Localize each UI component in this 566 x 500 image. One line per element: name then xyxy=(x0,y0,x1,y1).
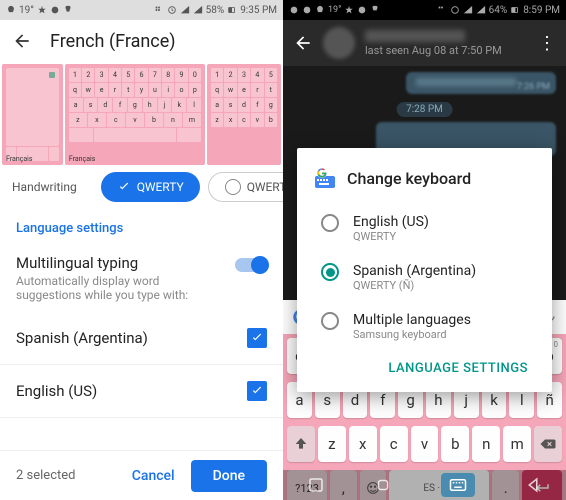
change-keyboard-dialog: Change keyboard English (US)QWERTYSpanis… xyxy=(297,148,552,392)
checkbox-icon[interactable] xyxy=(247,381,267,401)
chat-header: last seen Aug 08 at 7:50 PM ⋮ xyxy=(283,20,566,66)
preview-qwertz[interactable]: 12345 qwert asdfg zxcvb xyxy=(207,64,281,165)
battery-text: 64% xyxy=(489,5,508,16)
keyboard-option[interactable]: Multiple languagesSamsung keyboard xyxy=(313,302,536,351)
backspace-key[interactable] xyxy=(534,426,562,462)
multilingual-row[interactable]: Multilingual typing Automatically displa… xyxy=(0,244,283,312)
key-z[interactable]: z xyxy=(318,426,346,462)
last-seen: last seen Aug 08 at 7:50 PM xyxy=(365,44,528,57)
shift-key[interactable] xyxy=(287,426,315,462)
radio-empty-icon xyxy=(225,179,241,195)
time-text: 9:35 PM xyxy=(240,5,277,16)
avatar[interactable] xyxy=(323,27,355,59)
radio-icon xyxy=(321,214,339,232)
contact-name xyxy=(365,30,465,42)
key-v[interactable]: v xyxy=(411,426,439,462)
page-title: French (France) xyxy=(50,31,176,52)
back-nav-icon[interactable] xyxy=(524,476,542,494)
selected-count: 2 selected xyxy=(16,468,75,483)
back-icon[interactable] xyxy=(293,33,313,53)
tab-qwerty[interactable]: QWERTY xyxy=(101,172,200,202)
home-icon[interactable] xyxy=(374,476,392,494)
key-x[interactable]: x xyxy=(349,426,377,462)
language-settings-link[interactable]: LANGUAGE SETTINGS xyxy=(313,351,536,380)
temp-text: 19° xyxy=(19,5,34,16)
cancel-button[interactable]: Cancel xyxy=(132,468,175,484)
language-name: English (US) xyxy=(16,382,97,400)
message-bubble[interactable]: 7:26 PM xyxy=(406,72,556,94)
checkbox-icon[interactable] xyxy=(247,328,267,348)
preview-qwerty[interactable]: 1234567890 qwertyuiop asdfghjkl zxcvbnm … xyxy=(65,64,205,165)
multilingual-toggle[interactable] xyxy=(235,258,267,272)
multilingual-subtitle: Automatically display word suggestions w… xyxy=(16,274,216,302)
back-icon[interactable] xyxy=(12,31,32,51)
key-m[interactable]: m xyxy=(503,426,531,462)
key-c[interactable]: c xyxy=(380,426,408,462)
status-bar: 19° 64% 8:59 PM xyxy=(283,0,566,20)
preview-handwriting[interactable]: Français xyxy=(2,64,63,165)
language-row[interactable]: English (US) xyxy=(0,365,283,418)
status-bar: 19° 58% 9:35 PM xyxy=(0,0,283,20)
check-icon xyxy=(117,180,131,194)
language-name: Spanish (Argentina) xyxy=(16,329,148,347)
radio-icon xyxy=(321,312,339,330)
key-n[interactable]: n xyxy=(472,426,500,462)
gboard-icon xyxy=(313,166,337,190)
tab-handwriting[interactable]: Handwriting xyxy=(8,172,93,202)
key-b[interactable]: b xyxy=(441,426,469,462)
footer: 2 selected Cancel Done xyxy=(0,450,283,500)
layout-tabs: Handwriting QWERTY QWERTZ xyxy=(0,167,283,207)
multilingual-title: Multilingual typing xyxy=(16,254,216,272)
keyboard-preview: Français 1234567890 qwertyuiop asdfghjkl… xyxy=(0,62,283,167)
section-label: Language settings xyxy=(0,207,283,244)
more-icon[interactable]: ⋮ xyxy=(538,33,556,54)
keyboard-option[interactable]: Spanish (Argentina)QWERTY (Ñ) xyxy=(313,253,536,302)
dialog-title: Change keyboard xyxy=(347,169,471,188)
keyboard-switcher-icon[interactable] xyxy=(441,473,475,497)
time-text: 8:59 PM xyxy=(523,5,560,16)
header: French (France) xyxy=(0,20,283,62)
settings-screen: 19° 58% 9:35 PM French (France) Français xyxy=(0,0,283,500)
nav-bar xyxy=(283,470,566,500)
done-button[interactable]: Done xyxy=(191,460,267,492)
radio-icon xyxy=(321,263,339,281)
keyboard-option[interactable]: English (US)QWERTY xyxy=(313,204,536,253)
battery-text: 58% xyxy=(206,5,225,16)
recents-icon[interactable] xyxy=(307,476,325,494)
language-row[interactable]: Spanish (Argentina) xyxy=(0,312,283,365)
chat-screen: 19° 64% 8:59 PM last seen Aug 08 at 7:50… xyxy=(283,0,566,500)
tab-qwertz[interactable]: QWERTZ xyxy=(208,172,283,202)
day-chip: 7:28 PM xyxy=(396,102,453,117)
